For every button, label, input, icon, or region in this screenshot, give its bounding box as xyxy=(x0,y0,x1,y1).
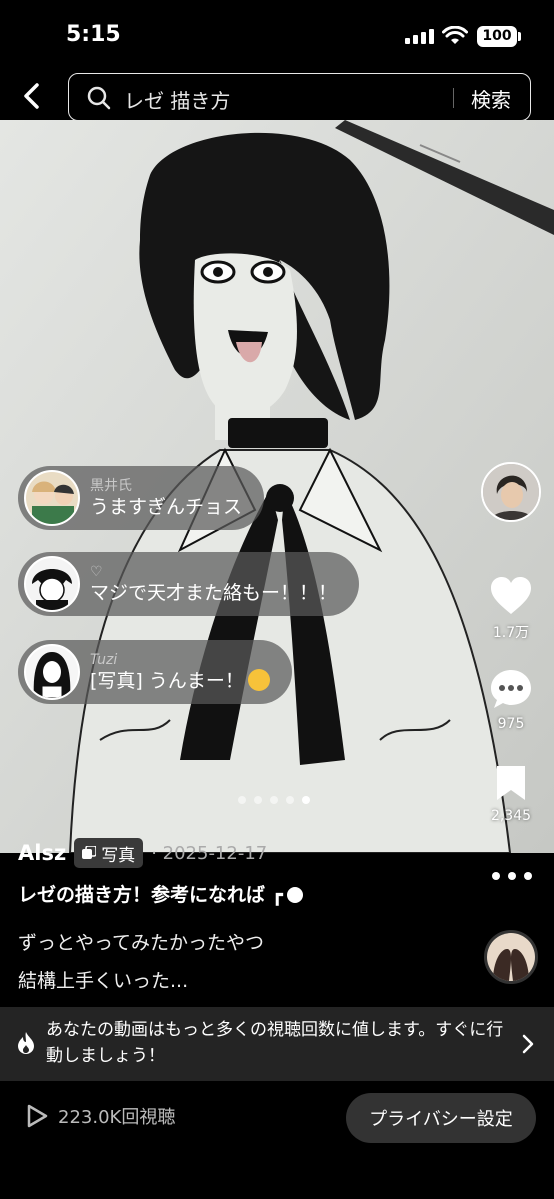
author-name[interactable]: Alsz xyxy=(18,841,66,865)
play-icon xyxy=(27,1104,48,1128)
signal-icon xyxy=(405,28,435,44)
comment-text: [写真] うんまー！ xyxy=(90,669,270,693)
search-query[interactable]: レゼ 描き方 xyxy=(124,85,230,114)
post-description-line: ずっとやってみたかったやつ xyxy=(18,932,265,954)
battery-icon: 100 xyxy=(477,26,517,47)
comment-bubble[interactable]: 黒井氏 うますぎんチョス xyxy=(18,466,265,530)
carousel-dot[interactable] xyxy=(270,796,278,804)
search-divider xyxy=(453,88,454,108)
comment-icon xyxy=(491,670,531,708)
back-button[interactable] xyxy=(14,78,50,114)
comment-button[interactable]: 975 xyxy=(484,668,538,732)
carousel-dots[interactable] xyxy=(238,796,310,804)
more-icon xyxy=(492,872,500,880)
avatar-image xyxy=(26,558,78,610)
comment-count: 975 xyxy=(497,716,525,732)
carousel-dot-active[interactable] xyxy=(302,796,310,804)
bookmark-icon xyxy=(497,766,525,800)
comment-user: 黒井氏 xyxy=(90,478,132,494)
post-title-text: レゼの描き方！参考になれば ┏ xyxy=(18,884,284,906)
like-count: 1.7万 xyxy=(492,625,530,641)
avatar-image xyxy=(26,646,78,698)
promo-banner[interactable]: あなたの動画はもっと多くの視聴回数に値します。すぐに行動しましょう！ xyxy=(0,1007,554,1081)
comment-text: うますぎんチョス xyxy=(90,496,243,518)
chevron-right-icon xyxy=(522,1034,534,1054)
post-meta: Alsz 写真 · 2025-12-17 xyxy=(18,838,267,868)
view-count-text: 223.0K回視聴 xyxy=(58,1107,176,1128)
more-icon-dot xyxy=(524,872,532,880)
chevron-left-icon xyxy=(24,83,39,109)
battery-tip xyxy=(518,32,521,41)
post-date: · 2025-12-17 xyxy=(151,842,268,864)
photo-icon xyxy=(82,846,97,859)
save-button[interactable]: 2,345 xyxy=(484,764,538,824)
search-header: レゼ 描き方 検索 xyxy=(0,70,554,121)
status-time: 5:15 xyxy=(66,22,121,47)
sound-disc-image xyxy=(487,933,535,981)
view-count: 223.0K回視聴 xyxy=(26,1103,175,1129)
comment-text: マジで天才また絡もー！！！ xyxy=(90,582,338,604)
creator-avatar[interactable] xyxy=(481,462,541,522)
avatar-image xyxy=(26,472,78,524)
comment-user: Tuzi xyxy=(90,652,118,668)
avatar-image xyxy=(483,464,539,520)
comment-text-value: [写真] うんまー！ xyxy=(90,670,244,692)
comment-user: ♡ xyxy=(90,564,103,580)
more-button[interactable] xyxy=(492,866,532,886)
post-description-line: 結構上手くいった... xyxy=(18,970,189,992)
privacy-settings-button[interactable]: プライバシー設定 xyxy=(346,1093,536,1143)
flame-icon xyxy=(18,1032,34,1054)
carousel-dot[interactable] xyxy=(286,796,294,804)
status-bar: 5:15 100 xyxy=(0,0,554,70)
sound-disc[interactable] xyxy=(484,930,538,984)
circle-icon xyxy=(287,887,304,903)
save-count: 2,345 xyxy=(490,808,532,824)
comment-bubble[interactable]: Tuzi [写真] うんまー！ xyxy=(18,640,292,704)
avatar[interactable] xyxy=(24,556,80,612)
promo-text: あなたの動画はもっと多くの視聴回数に値します。すぐに行動しましょう！ xyxy=(46,1020,504,1066)
carousel-dot[interactable] xyxy=(238,796,246,804)
avatar[interactable] xyxy=(24,470,80,526)
post-type-tag: 写真 xyxy=(74,838,144,868)
search-button[interactable]: 検索 xyxy=(471,84,511,113)
comment-bubble[interactable]: ♡ マジで天才また絡もー！！！ xyxy=(18,552,360,616)
search-icon xyxy=(87,86,111,110)
like-button[interactable]: 1.7万 xyxy=(484,576,538,642)
more-icon-dot xyxy=(508,872,516,880)
post-type-label: 写真 xyxy=(101,845,136,866)
heart-icon xyxy=(491,577,531,614)
search-input[interactable]: レゼ 描き方 検索 xyxy=(68,73,531,121)
carousel-dot[interactable] xyxy=(254,796,262,804)
post-title: レゼの描き方！参考になれば ┏ xyxy=(18,880,304,907)
heart-eyes-emoji-icon xyxy=(247,669,270,691)
wifi-icon xyxy=(442,26,468,44)
avatar[interactable] xyxy=(24,644,80,700)
